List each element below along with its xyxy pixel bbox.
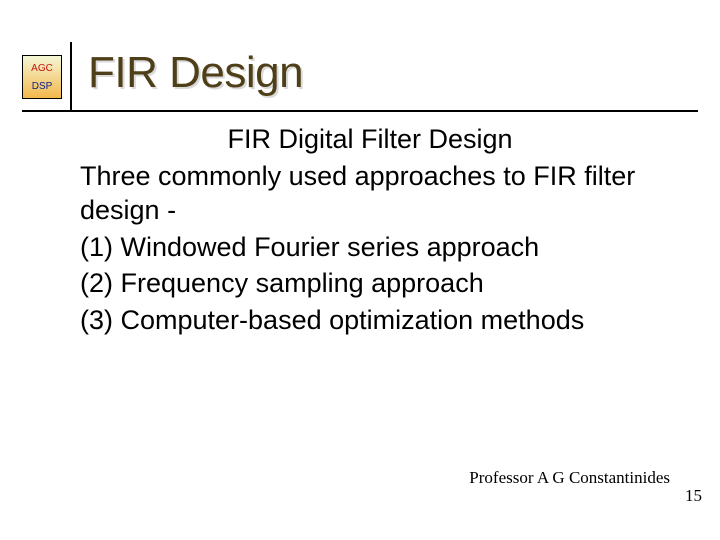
intro-paragraph: Three commonly used approaches to FIR fi… (80, 159, 660, 228)
horizontal-divider (22, 110, 698, 112)
vertical-divider (70, 42, 72, 112)
logo-box: AGC DSP (22, 55, 62, 99)
subtitle: FIR Digital Filter Design (80, 122, 660, 157)
logo-dsp-text: DSP (32, 82, 53, 92)
list-item-3: (3) Computer-based optimization methods (80, 303, 660, 338)
list-item-2: (2) Frequency sampling approach (80, 266, 660, 301)
page-number: 15 (685, 486, 702, 506)
list-item-1: (1) Windowed Fourier series approach (80, 230, 660, 265)
body-content: FIR Digital Filter Design Three commonly… (80, 122, 660, 339)
slide-title: FIR Design (88, 48, 303, 98)
footer-author: Professor A G Constantinides (469, 468, 670, 488)
logo-inner: AGC DSP (23, 56, 61, 98)
slide-page: AGC DSP FIR Design FIR Digital Filter De… (0, 0, 720, 540)
logo-agc-text: AGC (31, 64, 53, 74)
